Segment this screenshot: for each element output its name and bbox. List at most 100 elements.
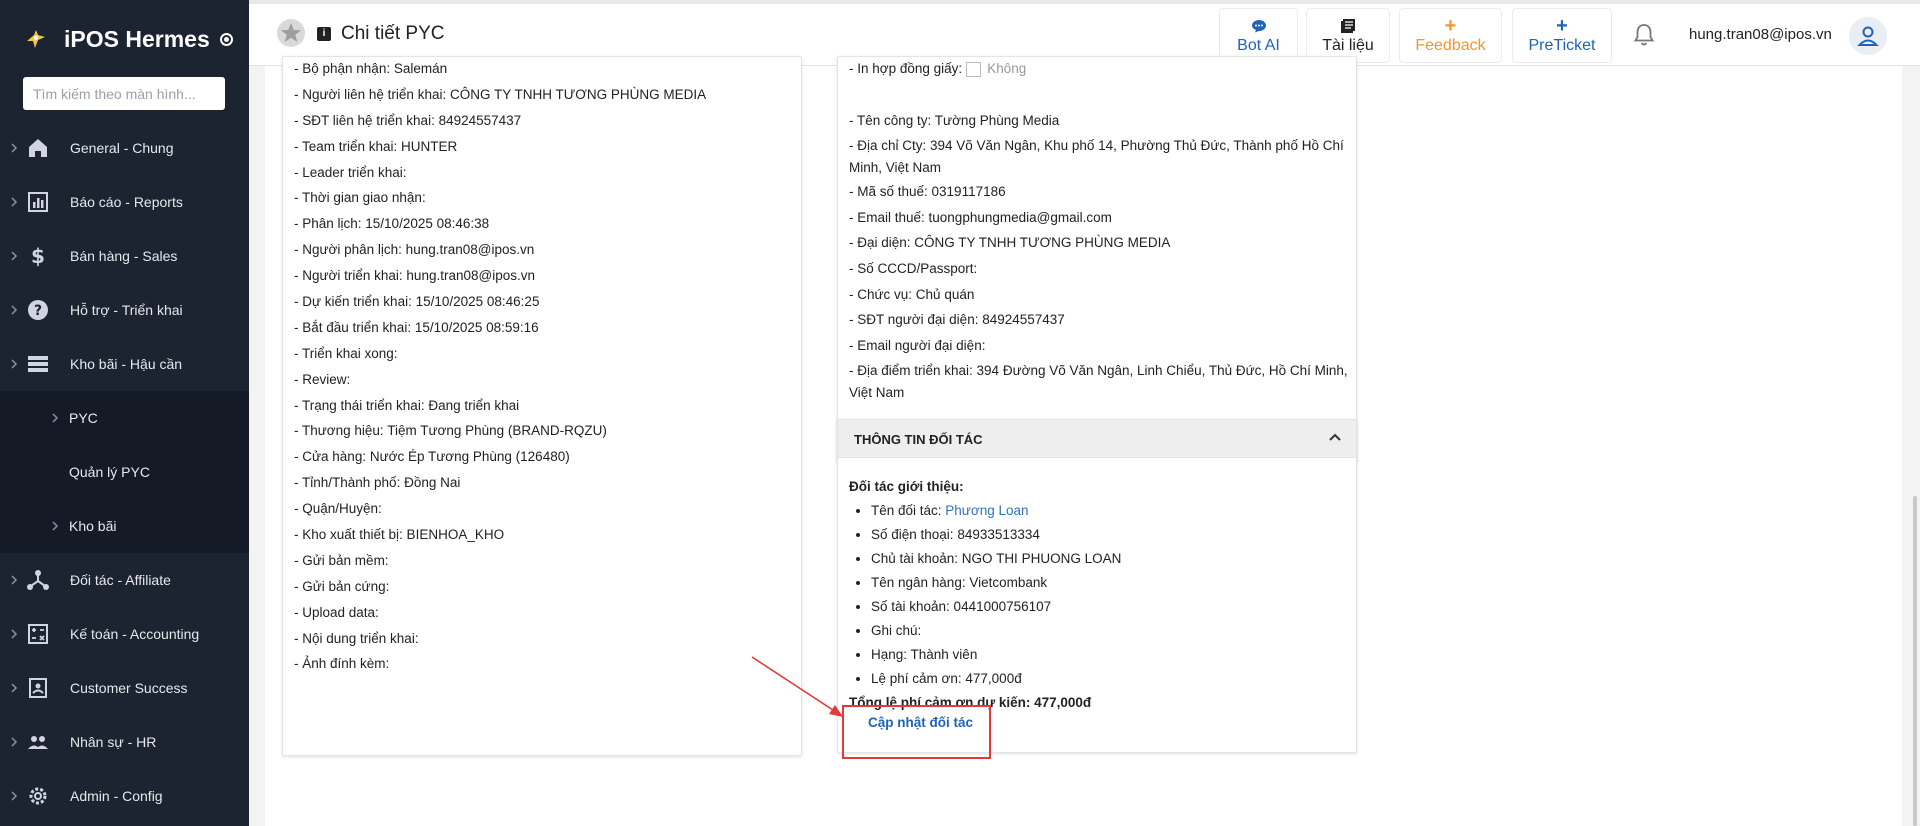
info-line: - Gửi bản mềm: — [294, 552, 389, 568]
partner-detail-list: Tên đối tác: Phương Loan Số điện thoại: … — [849, 499, 1121, 691]
documents-button[interactable]: Tài liệu — [1306, 8, 1390, 63]
deployment-info-list: - Bộ phận nhận: Salemán - Người liên hệ … — [294, 56, 706, 677]
brand[interactable]: iPOS Hermes — [24, 24, 233, 54]
screen-search-input[interactable] — [23, 77, 225, 110]
info-line: - Dự kiến triển khai: 15/10/2025 08:46:2… — [294, 294, 540, 310]
info-line: - Người liên hệ triển khai: CÔNG TY TNHH… — [294, 86, 707, 102]
chevron-right-icon — [11, 737, 18, 747]
info-line: - Review: — [294, 371, 351, 387]
partner-phone-item: Số điện thoại: 84933513334 — [871, 523, 1121, 547]
info-line: - Team triển khai: HUNTER — [294, 138, 458, 154]
notification-bell-icon[interactable] — [1631, 22, 1657, 48]
highlight-box — [842, 705, 991, 759]
sidebar-subitem-pyc[interactable]: PYC — [0, 391, 249, 445]
sidebar-subitem-label: Quản lý PYC — [69, 464, 150, 480]
account-number-item: Số tài khoản: 0441000756107 — [871, 595, 1121, 619]
chevron-right-icon — [11, 575, 18, 585]
deployment-info-card: - Bộ phận nhận: Salemán - Người liên hệ … — [282, 56, 802, 756]
gear-icon — [29, 787, 47, 805]
info-line: - SĐT liên hệ triển khai: 84924557437 — [294, 112, 522, 128]
sidebar-item-sales[interactable]: $ Bán hàng - Sales — [0, 229, 249, 283]
book-icon — [1340, 17, 1356, 35]
user-email[interactable]: hung.tran08@ipos.vn — [1689, 26, 1832, 43]
position-line: - Chức vụ: Chủ quán — [849, 286, 975, 302]
sidebar: iPOS Hermes General - Chung Báo cáo - Re… — [0, 0, 249, 826]
bot-ai-button[interactable]: Bot AI — [1219, 8, 1298, 63]
chevron-right-icon — [11, 305, 18, 315]
sidebar-item-label: Kế toán - Accounting — [70, 626, 200, 642]
sidebar-item-general[interactable]: General - Chung — [0, 121, 249, 175]
sidebar-item-support[interactable]: ? Hỗ trợ - Triển khai — [0, 283, 249, 337]
plus-icon: + — [1444, 14, 1457, 37]
partner-card-header[interactable]: THÔNG TIN ĐỐI TÁC — [838, 420, 1356, 458]
sidebar-item-customer-success[interactable]: Customer Success — [0, 661, 249, 715]
info-icon: i — [317, 27, 331, 41]
info-line: - Ảnh đính kèm: — [294, 656, 390, 672]
info-line: - Phân lịch: 15/10/2025 08:46:38 — [294, 216, 490, 232]
preticket-button[interactable]: + PreTicket — [1512, 8, 1612, 63]
rank-item: Hạng: Thành viên — [871, 643, 1121, 667]
sidebar-item-label: Hỗ trợ - Triển khai — [70, 302, 183, 318]
feedback-button[interactable]: + Feedback — [1399, 8, 1502, 63]
id-card-line: - Số CCCD/Passport: — [849, 260, 978, 276]
chevron-right-icon — [52, 413, 59, 423]
contract-value: Không — [987, 61, 1027, 76]
sidebar-item-affiliate[interactable]: Đối tác - Affiliate — [0, 553, 249, 607]
scrollbar-thumb[interactable] — [1913, 496, 1917, 826]
partner-intro: Đối tác giới thiệu: — [849, 479, 964, 494]
info-line: - Gửi bản cứng: — [294, 578, 390, 594]
plus-icon: + — [1556, 14, 1568, 37]
sidebar-subitem-manage-pyc[interactable]: Quản lý PYC — [0, 445, 249, 499]
home-icon — [29, 139, 47, 157]
partner-details: Đối tác giới thiệu: Tên đối tác: Phương … — [849, 475, 1121, 715]
representative-line: - Đại diện: CÔNG TY TNHH TƯƠNG PHÙNG MED… — [849, 235, 1171, 251]
partner-info-card: THÔNG TIN ĐỐI TÁC Đối tác giới thiệu: Tê… — [837, 419, 1357, 759]
page-scrollbar[interactable] — [1906, 66, 1920, 826]
info-line: - Leader triển khai: — [294, 164, 407, 180]
sidebar-item-warehouse[interactable]: Kho bãi - Hậu cần — [0, 337, 249, 391]
partner-name-link[interactable]: Phương Loan — [945, 503, 1028, 518]
svg-text:?: ? — [34, 303, 42, 319]
sidebar-subitem-warehouse[interactable]: Kho bãi — [0, 499, 249, 553]
avatar[interactable] — [1849, 17, 1887, 55]
sidebar-item-hr[interactable]: Nhân sự - HR — [0, 715, 249, 769]
info-line: - Trạng thái triển khai: Đang triển khai — [294, 397, 520, 413]
list-icon — [28, 356, 48, 372]
address-line: - Địa chỉ Cty: 394 Võ Văn Ngân, Khu phố … — [849, 138, 1344, 176]
info-line: - Kho xuất thiết bị: BIENHOA_KHO — [294, 527, 505, 543]
info-line: - Bộ phận nhận: Salemán — [294, 61, 448, 76]
favorite-star-icon[interactable] — [276, 18, 306, 48]
paper-contract-checkbox[interactable] — [966, 61, 982, 77]
sidebar-item-label: Admin - Config — [70, 788, 163, 804]
documents-label: Tài liệu — [1322, 36, 1374, 54]
chevron-up-icon[interactable] — [1328, 432, 1342, 442]
sidebar-item-label: General - Chung — [70, 140, 174, 156]
sidebar-nav: General - Chung Báo cáo - Reports $ Bán … — [0, 121, 249, 823]
partner-name-item: Tên đối tác: Phương Loan — [871, 499, 1121, 523]
sidebar-item-reports[interactable]: Báo cáo - Reports — [0, 175, 249, 229]
sidebar-item-label: Customer Success — [70, 680, 188, 696]
rep-phone-line: - SĐT người đại diện: 84924557437 — [849, 312, 1065, 328]
fee-item: Lệ phí cảm ơn: 477,000đ — [871, 667, 1121, 691]
info-line: - Triển khai xong: — [294, 345, 398, 361]
info-line: - Thương hiệu: Tiệm Tương Phùng (BRAND-R… — [294, 423, 607, 439]
update-partner-button[interactable]: Cập nhật đối tác — [868, 715, 973, 730]
chat-bubble-icon — [1251, 17, 1267, 35]
info-line: - Cửa hàng: Nước Ép Tương Phùng (126480) — [294, 449, 570, 465]
chevron-down-icon — [11, 359, 18, 369]
radio-dot-icon[interactable] — [219, 32, 233, 46]
info-line: - Người phân lịch: hung.tran08@ipos.vn — [294, 242, 535, 258]
chevron-right-icon — [11, 143, 18, 153]
tax-line: - Mã số thuế: 0319117186 — [849, 184, 1006, 200]
sidebar-subitem-label: PYC — [69, 410, 98, 426]
share-icon — [27, 570, 49, 590]
sidebar-item-accounting[interactable]: Kế toán - Accounting — [0, 607, 249, 661]
chevron-right-icon — [11, 683, 18, 693]
info-line: - Bắt đầu triển khai: 15/10/2025 08:59:1… — [294, 319, 539, 335]
account-holder-item: Chủ tài khoản: NGO THI PHUONG LOAN — [871, 547, 1121, 571]
chart-icon — [28, 192, 48, 212]
sidebar-item-label: Báo cáo - Reports — [70, 194, 183, 210]
info-line: - Tỉnh/Thành phố: Đồng Nai — [294, 475, 461, 491]
sidebar-item-admin[interactable]: Admin - Config — [0, 769, 249, 823]
